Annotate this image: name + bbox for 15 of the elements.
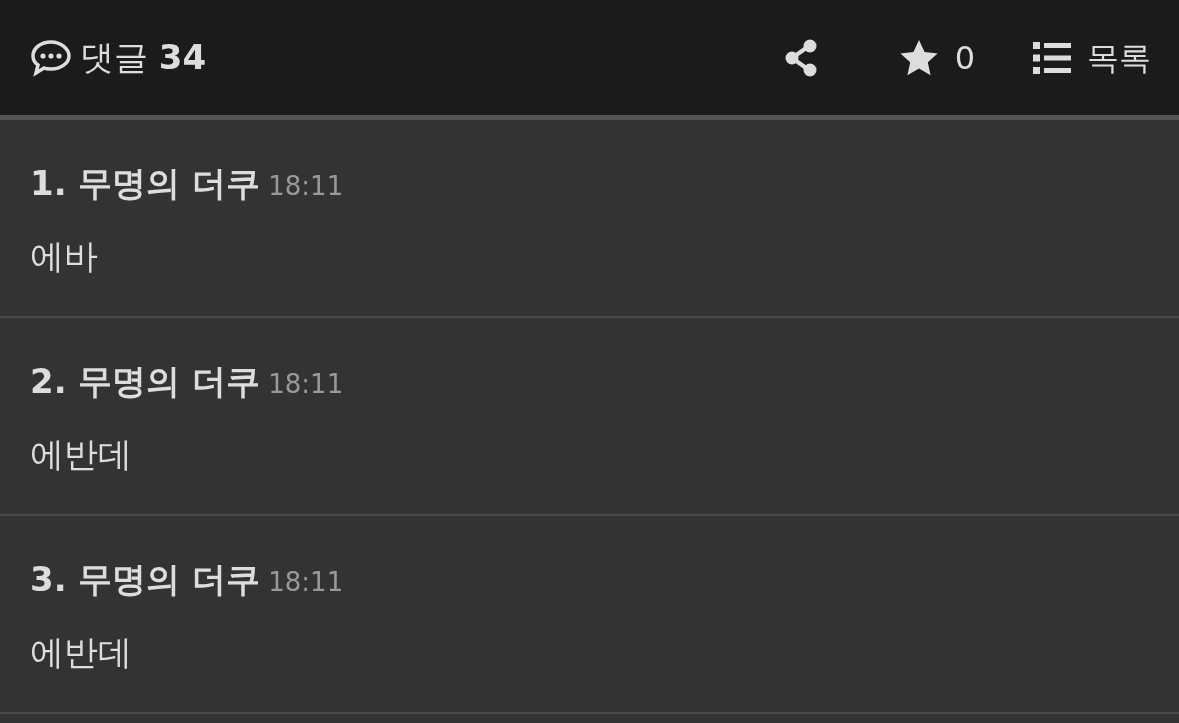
comment-author: 1. 무명의 더쿠: [30, 162, 261, 205]
comment-text: 에반데: [30, 434, 132, 474]
comment-time: 18:11: [268, 368, 344, 401]
star-count: 0: [954, 37, 975, 79]
comment-time: 18:11: [268, 566, 344, 599]
comment-text: 에바: [30, 236, 98, 276]
list-icon[interactable]: [1033, 41, 1071, 74]
star-icon[interactable]: [898, 38, 939, 77]
comment-text: 에반데: [30, 632, 132, 672]
comment-author: 2. 무명의 더쿠: [30, 360, 261, 403]
comment-time: 18:11: [268, 170, 344, 203]
comment-author: 3. 무명의 더쿠: [30, 558, 261, 601]
comment-icon: [30, 38, 72, 77]
comment-count-title: 댓글 34: [80, 36, 207, 79]
list-link[interactable]: 목록: [1087, 33, 1151, 82]
